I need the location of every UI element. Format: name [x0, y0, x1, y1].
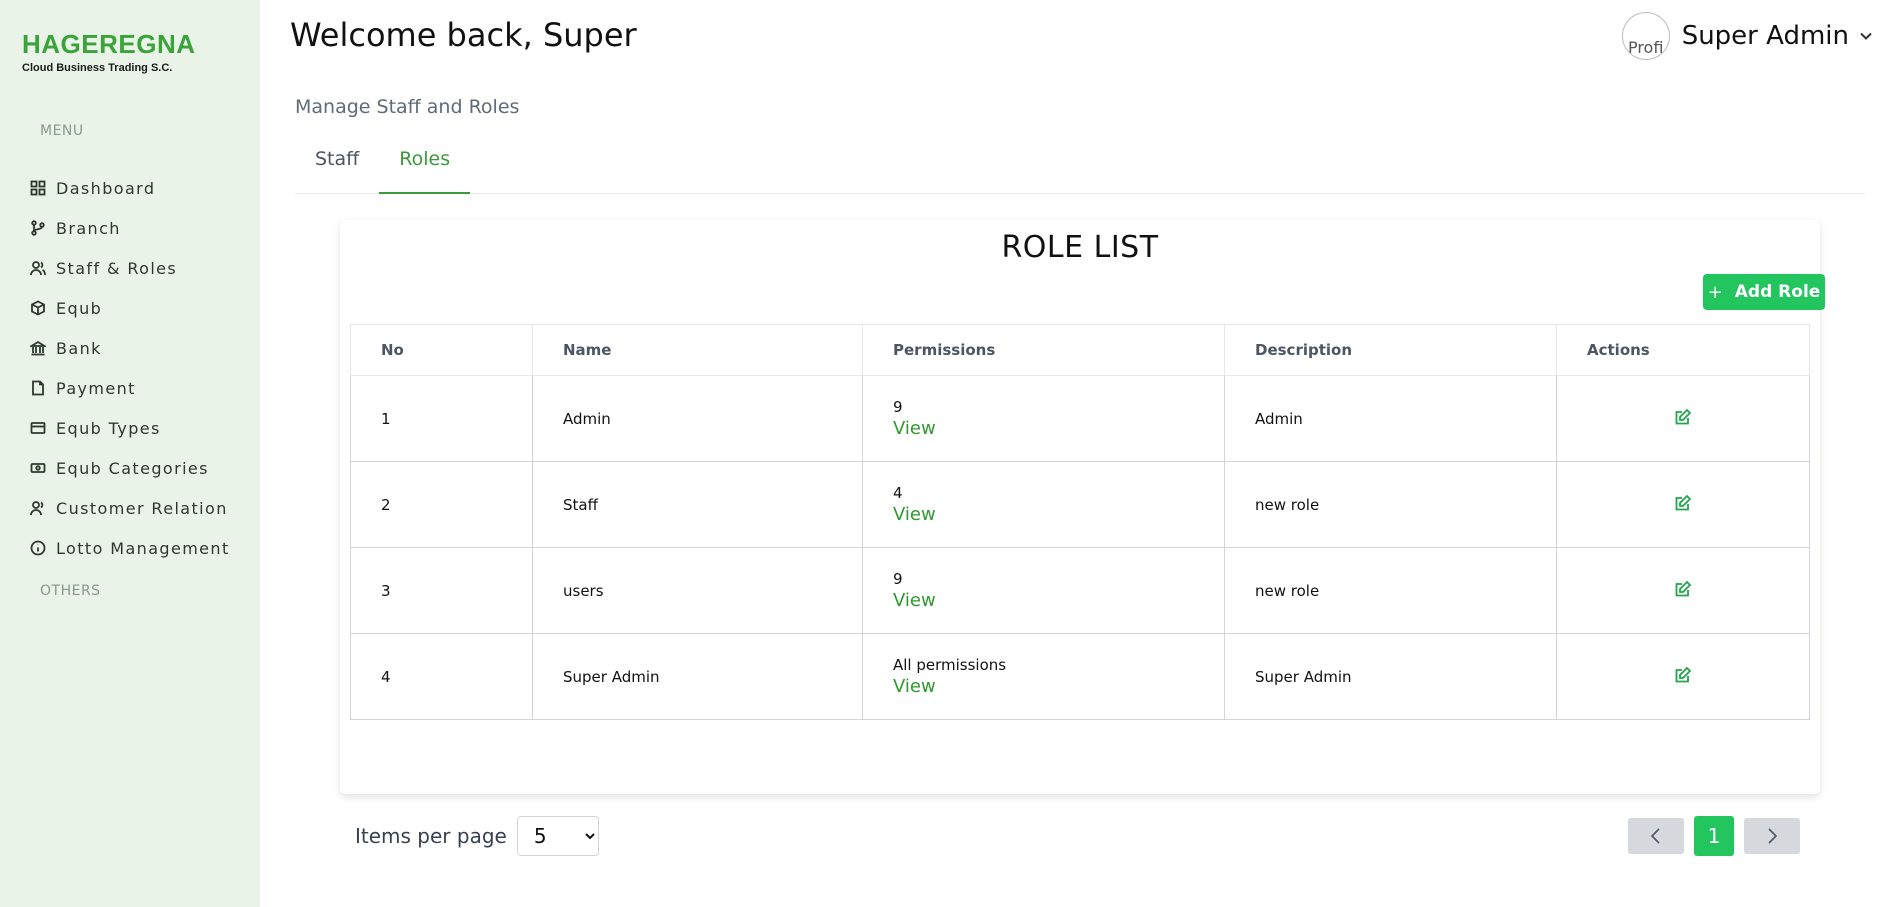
cell-name: Super Admin: [532, 633, 863, 720]
cell-permissions: 9 View: [862, 547, 1225, 634]
sidebar-item-label: Payment: [56, 378, 136, 398]
view-permissions-link[interactable]: View: [893, 504, 1224, 525]
cell-name: Staff: [532, 461, 863, 548]
cell-description: new role: [1224, 547, 1557, 634]
cell-no: 3: [350, 547, 533, 634]
cell-name: Admin: [532, 375, 863, 462]
cell-actions: [1556, 633, 1810, 720]
edit-icon[interactable]: [1674, 580, 1692, 598]
plus-icon: +: [1707, 281, 1723, 303]
add-role-label: Add Role: [1734, 282, 1821, 302]
edit-icon[interactable]: [1674, 408, 1692, 426]
welcome-heading: Welcome back, Super: [290, 16, 637, 54]
profile-menu[interactable]: Profi Super Admin: [1621, 12, 1873, 60]
sidebar-item-equb[interactable]: Equb: [30, 288, 230, 328]
chevron-right-icon: [1768, 828, 1778, 844]
dashboard-icon: [30, 180, 46, 196]
column-header-no: No: [350, 324, 533, 376]
avatar[interactable]: Profi: [1621, 12, 1670, 60]
next-page-button[interactable]: [1744, 818, 1800, 854]
avatar-alt-text: Profi: [1627, 38, 1664, 57]
cell-description: new role: [1224, 461, 1557, 548]
cell-permissions: All permissions View: [862, 633, 1225, 720]
sidebar-item-label: Equb Categories: [56, 458, 209, 478]
cash-icon: [30, 463, 46, 473]
page-number-button[interactable]: 1: [1694, 816, 1734, 856]
tab-staff[interactable]: Staff: [295, 140, 379, 194]
edit-icon[interactable]: [1674, 494, 1692, 512]
sidebar-nav: Dashboard Branch Staff & Roles Equb Bank…: [30, 168, 230, 568]
sidebar-item-dashboard[interactable]: Dashboard: [30, 168, 230, 208]
prev-page-button[interactable]: [1628, 818, 1684, 854]
items-per-page-label: Items per page: [355, 824, 507, 848]
sidebar-item-label: Equb: [56, 298, 103, 318]
sidebar-item-label: Customer Relation: [56, 498, 228, 518]
cell-description: Super Admin: [1224, 633, 1557, 720]
menu-label: MENU: [40, 123, 84, 139]
add-role-button[interactable]: + Add Role: [1703, 274, 1825, 310]
brand-name: HAGEREGNA: [22, 29, 196, 59]
items-per-page-select[interactable]: 5: [516, 816, 599, 856]
table-row: 2 Staff 4 View new role: [350, 461, 1810, 548]
items-per-page: Items per page 5: [355, 816, 599, 856]
column-header-actions: Actions: [1556, 324, 1810, 376]
sidebar-item-label: Bank: [56, 338, 102, 358]
sidebar: HAGEREGNA Cloud Business Trading S.C. ME…: [0, 0, 260, 907]
sidebar-item-lotto-management[interactable]: Lotto Management: [30, 528, 230, 568]
info-icon: [30, 540, 46, 556]
permission-count: 4: [893, 484, 903, 502]
table-header-row: No Name Permissions Description Actions: [350, 324, 1810, 376]
column-header-name: Name: [532, 324, 863, 376]
table-row: 1 Admin 9 View Admin: [350, 375, 1810, 462]
cell-description: Admin: [1224, 375, 1557, 462]
bank-icon: [30, 340, 46, 356]
permission-count: 9: [893, 570, 903, 588]
sidebar-item-bank[interactable]: Bank: [30, 328, 230, 368]
profile-name: Super Admin: [1681, 21, 1849, 51]
others-label: OTHERS: [40, 583, 101, 599]
cell-name: users: [532, 547, 863, 634]
section-title: Manage Staff and Roles: [295, 96, 520, 118]
cell-permissions: 4 View: [862, 461, 1225, 548]
view-permissions-link[interactable]: View: [893, 676, 1224, 697]
sidebar-item-customer-relation[interactable]: Customer Relation: [30, 488, 230, 528]
permission-count: All permissions: [893, 656, 1007, 674]
sidebar-item-equb-categories[interactable]: Equb Categories: [30, 448, 230, 488]
pagination: 1: [1628, 816, 1800, 856]
table-row: 3 users 9 View new role: [350, 547, 1810, 634]
card-icon: [30, 422, 46, 434]
sidebar-item-payment[interactable]: Payment: [30, 368, 230, 408]
roles-table: No Name Permissions Description Actions …: [350, 324, 1810, 720]
view-permissions-link[interactable]: View: [893, 590, 1224, 611]
column-header-description: Description: [1224, 324, 1557, 376]
role-list-title: ROLE LIST: [1001, 230, 1159, 265]
chevron-left-icon: [1650, 828, 1660, 844]
table-row: 4 Super Admin All permissions View Super…: [350, 633, 1810, 720]
sidebar-item-label: Dashboard: [56, 178, 156, 198]
brand-logo[interactable]: HAGEREGNA Cloud Business Trading S.C.: [22, 30, 196, 74]
sidebar-item-equb-types[interactable]: Equb Types: [30, 408, 230, 448]
brand-subtitle: Cloud Business Trading S.C.: [22, 62, 173, 74]
cell-actions: [1556, 547, 1810, 634]
chevron-down-icon[interactable]: [1859, 29, 1873, 43]
tab-roles[interactable]: Roles: [379, 140, 471, 194]
file-icon: [32, 380, 44, 396]
column-header-permissions: Permissions: [862, 324, 1225, 376]
view-permissions-link[interactable]: View: [893, 418, 1224, 439]
permission-count: 9: [893, 398, 903, 416]
edit-icon[interactable]: [1674, 666, 1692, 684]
cell-no: 2: [350, 461, 533, 548]
cell-actions: [1556, 375, 1810, 462]
user-icon: [30, 501, 44, 516]
cell-actions: [1556, 461, 1810, 548]
cell-no: 4: [350, 633, 533, 720]
box-icon: [31, 300, 45, 316]
sidebar-item-label: Lotto Management: [56, 538, 230, 558]
tabs: Staff Roles: [295, 140, 1865, 194]
cell-permissions: 9 View: [862, 375, 1225, 462]
sidebar-item-label: Equb Types: [56, 418, 161, 438]
cell-no: 1: [350, 375, 533, 462]
